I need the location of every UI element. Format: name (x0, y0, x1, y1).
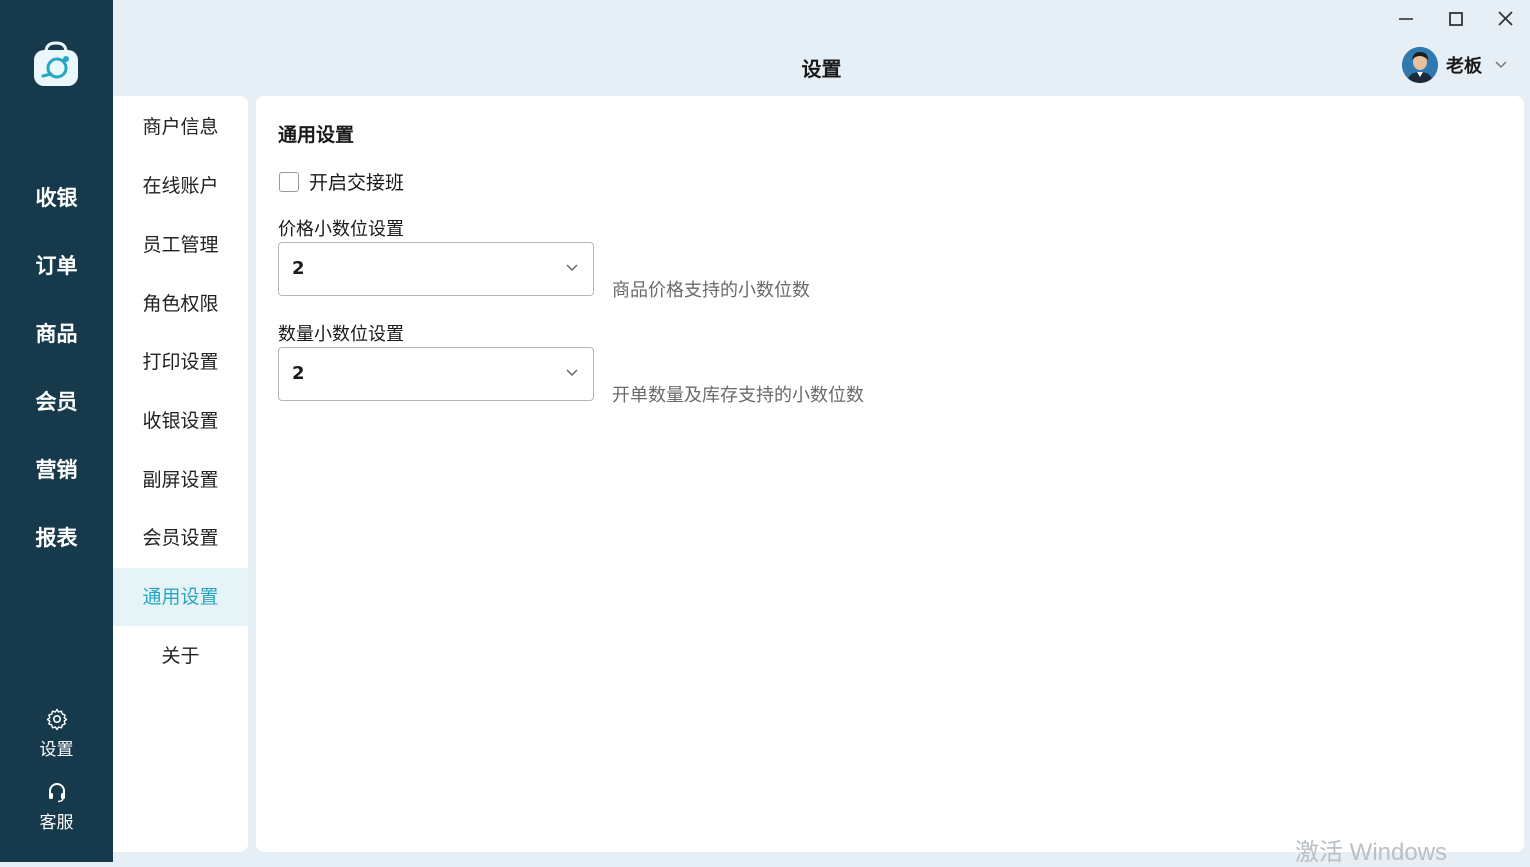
nav-reports[interactable]: 报表 (0, 522, 113, 552)
main-sidebar: 收银 订单 商品 会员 营销 报表 设置 客服 (0, 0, 113, 862)
nav-settings[interactable]: 设置 (0, 707, 113, 760)
shift-handover-toggle[interactable]: 开启交接班 (279, 168, 404, 195)
headset-icon (48, 783, 65, 803)
nav-products[interactable]: 商品 (0, 318, 113, 348)
shift-handover-checkbox[interactable] (279, 171, 299, 192)
price-decimal-select[interactable]: 2 (278, 242, 594, 296)
price-decimal-value: 2 (292, 258, 305, 279)
qty-decimal-hint: 开单数量及库存支持的小数位数 (612, 385, 864, 406)
nav-members[interactable]: 会员 (0, 386, 113, 416)
settings-nav-secondary-screen[interactable]: 副屏设置 (113, 451, 248, 509)
close-icon (1498, 11, 1513, 26)
qty-decimal-select[interactable]: 2 (278, 347, 594, 401)
chevron-down-icon (566, 264, 578, 272)
user-name: 老板 (1446, 56, 1482, 77)
user-menu[interactable]: 老板 (1402, 46, 1508, 84)
section-title: 通用设置 (278, 124, 355, 146)
settings-nav: 商户信息 在线账户 员工管理 角色权限 打印设置 收银设置 副屏设置 会员设置 … (113, 96, 248, 852)
settings-nav-roles[interactable]: 角色权限 (113, 275, 248, 333)
general-settings-panel: 通用设置 开启交接班 价格小数位设置 2 商品价格支持的小数位数 数量小数位设置… (256, 96, 1524, 852)
qty-decimal-label: 数量小数位设置 (278, 324, 404, 345)
minimize-icon (1399, 18, 1413, 20)
settings-nav-cashier[interactable]: 收银设置 (113, 392, 248, 450)
nav-cashier[interactable]: 收银 (0, 182, 113, 212)
close-button[interactable] (1494, 8, 1518, 32)
avatar (1402, 47, 1438, 83)
settings-nav-merchant-info[interactable]: 商户信息 (113, 98, 248, 156)
nav-settings-label: 设置 (39, 740, 74, 760)
nav-marketing[interactable]: 营销 (0, 454, 113, 484)
settings-nav-member[interactable]: 会员设置 (113, 509, 248, 567)
page-title: 设置 (801, 57, 842, 81)
settings-nav-staff[interactable]: 员工管理 (113, 216, 248, 274)
qty-decimal-value: 2 (292, 363, 305, 384)
nav-orders[interactable]: 订单 (0, 250, 113, 280)
settings-nav-online-account[interactable]: 在线账户 (113, 157, 248, 215)
settings-nav-print[interactable]: 打印设置 (113, 333, 248, 391)
price-decimal-label: 价格小数位设置 (278, 219, 404, 240)
shift-handover-label: 开启交接班 (309, 172, 405, 194)
maximize-icon (1449, 12, 1463, 26)
settings-nav-general[interactable]: 通用设置 (113, 568, 248, 626)
chevron-down-icon (566, 369, 578, 377)
maximize-button[interactable] (1444, 8, 1468, 32)
gear-icon (46, 708, 67, 731)
nav-support-label: 客服 (39, 813, 74, 833)
minimize-button[interactable] (1394, 8, 1418, 32)
settings-nav-about[interactable]: 关于 (113, 627, 248, 685)
app-logo (31, 40, 81, 90)
nav-support[interactable]: 客服 (0, 780, 113, 833)
chevron-down-icon (1495, 61, 1507, 69)
price-decimal-hint: 商品价格支持的小数位数 (612, 280, 810, 301)
